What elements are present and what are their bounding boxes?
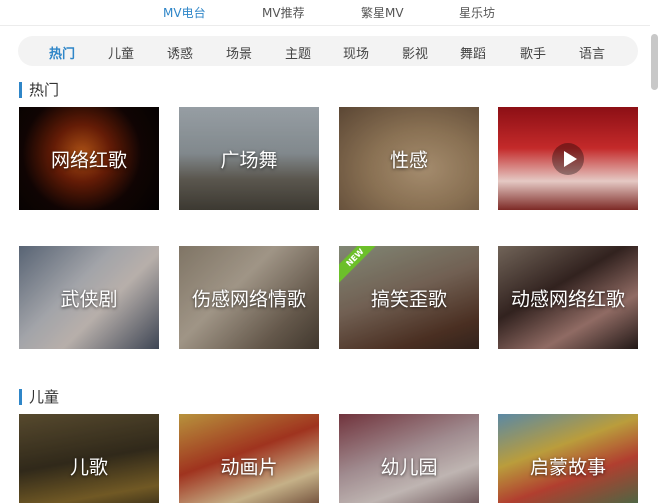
mv-tile[interactable]: 网络红歌 xyxy=(19,107,159,210)
scrollbar-thumb[interactable] xyxy=(651,34,658,90)
category-seduction[interactable]: 诱惑 xyxy=(167,43,193,62)
tile-label: 动感网络红歌 xyxy=(510,288,625,310)
top-tab-bar: MV电台 MV推荐 繁星MV 星乐坊 xyxy=(0,0,650,26)
category-live[interactable]: 现场 xyxy=(343,43,369,62)
tile-label: 网络红歌 xyxy=(50,149,127,171)
category-language[interactable]: 语言 xyxy=(579,43,605,62)
tile-label: 广场舞 xyxy=(220,149,278,171)
tile-label: 搞笑歪歌 xyxy=(370,288,447,310)
mv-tile[interactable]: 幼儿园 xyxy=(339,414,479,503)
mv-tile[interactable]: 动画片 xyxy=(179,414,319,503)
category-scene[interactable]: 场景 xyxy=(226,43,252,62)
category-hot[interactable]: 热门 xyxy=(49,43,75,62)
category-kids[interactable]: 儿童 xyxy=(108,43,134,62)
section-title-kids: 儿童 xyxy=(19,389,59,405)
mv-tile[interactable] xyxy=(498,107,638,210)
tile-label: 武侠剧 xyxy=(60,288,118,310)
tab-mv-recommend[interactable]: MV推荐 xyxy=(262,4,305,21)
category-film[interactable]: 影视 xyxy=(402,43,428,62)
mv-tile[interactable]: 动感网络红歌 xyxy=(498,246,638,349)
category-dance[interactable]: 舞蹈 xyxy=(460,43,486,62)
category-singer[interactable]: 歌手 xyxy=(520,43,546,62)
tab-fanxing-mv[interactable]: 繁星MV xyxy=(361,4,404,21)
tab-xingyuefang[interactable]: 星乐坊 xyxy=(459,4,495,21)
tile-label: 儿歌 xyxy=(69,456,108,478)
category-theme[interactable]: 主题 xyxy=(285,43,311,62)
tile-label: 伤感网络情歌 xyxy=(191,288,306,310)
tab-mv-radio[interactable]: MV电台 xyxy=(163,4,206,21)
mv-tile[interactable]: 伤感网络情歌 xyxy=(179,246,319,349)
mv-tile[interactable]: 启蒙故事 xyxy=(498,414,638,503)
mv-tile[interactable]: 广场舞 xyxy=(179,107,319,210)
tile-label: 性感 xyxy=(389,149,428,171)
mv-tile[interactable]: 性感 xyxy=(339,107,479,210)
tile-label: 幼儿园 xyxy=(380,456,438,478)
section-title-hot: 热门 xyxy=(19,82,59,98)
category-bar: 热门 儿童 诱惑 场景 主题 现场 影视 舞蹈 歌手 语言 xyxy=(18,36,638,66)
mv-tile[interactable]: 儿歌 xyxy=(19,414,159,503)
mv-tile[interactable]: NEW 搞笑歪歌 xyxy=(339,246,479,349)
play-icon[interactable] xyxy=(552,142,584,175)
tile-label: 动画片 xyxy=(220,456,278,478)
tile-label: 启蒙故事 xyxy=(529,456,606,478)
mv-tile[interactable]: 武侠剧 xyxy=(19,246,159,349)
